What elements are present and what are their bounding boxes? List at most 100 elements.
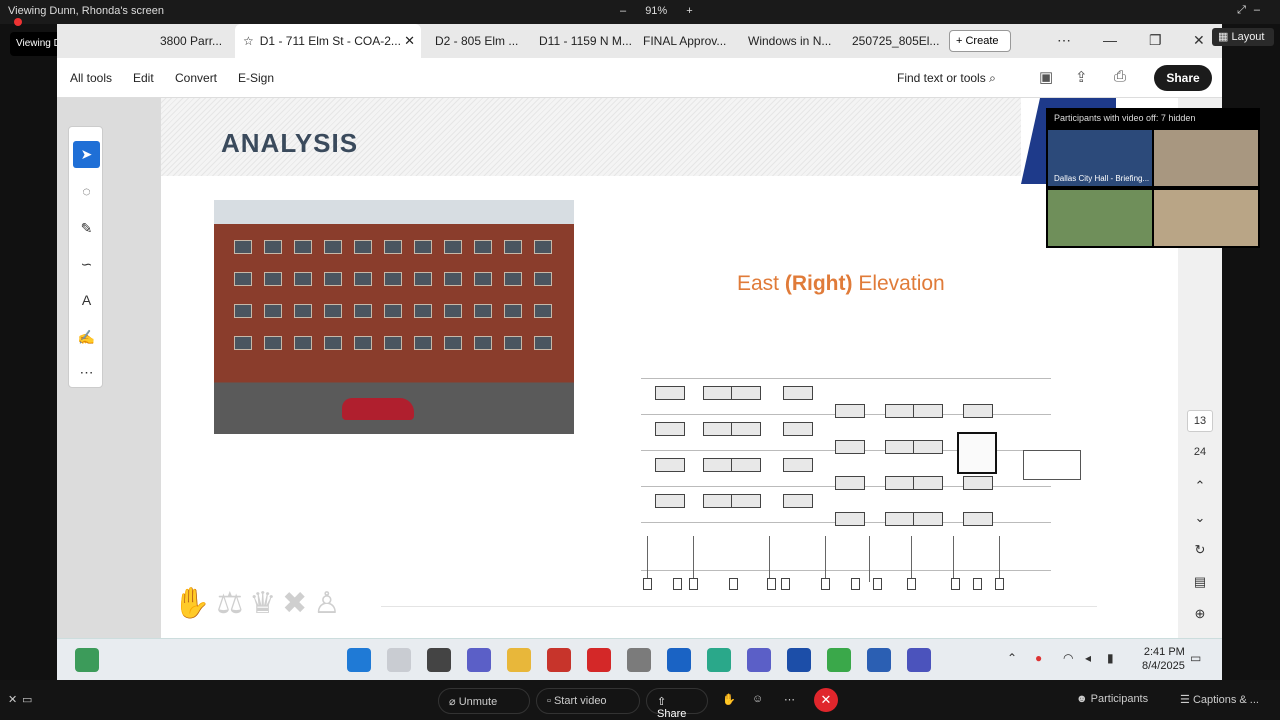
captions-label: Captions & ...	[1192, 694, 1259, 706]
hand-icon[interactable]: ✋	[722, 693, 736, 706]
tab-d2-805-elm[interactable]: D2 - 805 Elm ...	[427, 24, 527, 58]
layout-button[interactable]: ▦ Layout	[1212, 28, 1274, 46]
unmute-button[interactable]: ⌀ Unmute	[438, 688, 530, 714]
captions-icon: ☰	[1180, 694, 1190, 706]
acrobat-icon[interactable]	[587, 648, 611, 672]
clock-date: 8/4/2025	[1142, 660, 1185, 672]
menu-esign[interactable]: E-Sign	[238, 71, 274, 85]
tab-3800-parr[interactable]: 3800 Parr...	[152, 24, 232, 58]
restore-window-icon[interactable]: ❐	[1149, 32, 1162, 49]
wifi-icon[interactable]: ◠	[1063, 651, 1073, 665]
search-icon: ⌕	[989, 71, 996, 85]
access-icon[interactable]	[547, 648, 571, 672]
chat-icon[interactable]	[467, 648, 491, 672]
create-button[interactable]: + Create	[949, 30, 1011, 52]
extract-page-icon[interactable]: ▤	[1187, 574, 1213, 590]
close-window-icon[interactable]: ✕	[1193, 32, 1205, 49]
tab-label: 3800 Parr...	[160, 34, 223, 48]
end-call-button[interactable]: ✕	[814, 688, 838, 712]
participants-icon: ☻	[1076, 693, 1088, 705]
close-icon[interactable]: ✕	[8, 693, 17, 706]
tab-windows[interactable]: Windows in N...	[740, 24, 840, 58]
notification-icon[interactable]: ▭	[1190, 651, 1201, 665]
video-tile-participant[interactable]	[1154, 190, 1258, 246]
zoom-window: Viewing Dunn, Rhonda's screen – 91% + ⤢–…	[0, 0, 1280, 720]
share-icon: ⇧	[657, 696, 667, 708]
page-down-icon[interactable]: ⌄	[1187, 510, 1213, 526]
more-tools-icon[interactable]: ⋯	[73, 359, 100, 386]
zoom-in-button[interactable]: +	[686, 5, 692, 17]
app-icon[interactable]	[75, 648, 99, 672]
video-tile-dallas-city-hall[interactable]: Dallas City Hall - Briefing...	[1048, 130, 1152, 186]
print-icon[interactable]: ⎙	[1114, 68, 1126, 85]
minimize-icon[interactable]: –	[1254, 4, 1268, 16]
menu-edit[interactable]: Edit	[133, 71, 154, 85]
video-tile-participant[interactable]	[1154, 130, 1258, 186]
footer-icons: ✋⚖♛✖♙	[173, 586, 346, 621]
text-tool-icon[interactable]: A	[73, 287, 100, 314]
cross-icon: ✖	[282, 587, 314, 620]
tray-alert-icon[interactable]: ●	[1035, 651, 1042, 665]
word-icon[interactable]	[867, 648, 891, 672]
expand-icon[interactable]: ⤢	[1237, 4, 1254, 16]
tray-chevron-icon[interactable]: ⌃	[1007, 651, 1017, 665]
tab-250725[interactable]: 250725_805El...	[844, 24, 944, 58]
captions-button[interactable]: ☰ Captions & ...	[1180, 693, 1259, 706]
video-tile-participant[interactable]	[1048, 190, 1152, 246]
minimize-window-icon[interactable]: —	[1103, 32, 1117, 48]
page-up-icon[interactable]: ⌃	[1187, 478, 1213, 494]
tab-final-approv[interactable]: FINAL Approv...	[635, 24, 737, 58]
elevation-title: East (Right) Elevation	[737, 272, 945, 296]
handshake-icon: ✋	[173, 587, 217, 620]
outlook-icon[interactable]	[667, 648, 691, 672]
chrome-icon[interactable]	[827, 648, 851, 672]
windows-taskbar: ⌃ ● ◠ ◂ ▮ 2:41 PM 8/4/2025 ▭	[57, 638, 1222, 680]
current-page-field[interactable]: 13	[1187, 410, 1213, 432]
start-video-button[interactable]: ▫ Start video	[536, 688, 640, 714]
search-icon[interactable]	[387, 648, 411, 672]
volume-icon[interactable]: ◂	[1085, 651, 1091, 665]
lasso-tool-icon[interactable]: ∽	[73, 251, 100, 278]
app-icon[interactable]	[627, 648, 651, 672]
task-view-icon[interactable]	[427, 648, 451, 672]
app-icon[interactable]	[787, 648, 811, 672]
zoom-in-icon[interactable]: ⊕	[1187, 606, 1213, 622]
edge-icon[interactable]	[707, 648, 731, 672]
participants-label: Participants	[1090, 693, 1149, 705]
pen-tool-icon[interactable]: ✎	[73, 215, 100, 242]
sign-tool-icon[interactable]: ✍	[73, 324, 100, 351]
total-pages: 24	[1193, 446, 1207, 458]
unmute-label: Unmute	[458, 696, 498, 708]
upload-icon[interactable]: ⇪	[1075, 68, 1088, 86]
screen-icon[interactable]: ▭	[22, 693, 32, 706]
share-screen-label: Share	[657, 708, 687, 720]
battery-icon[interactable]: ▮	[1107, 651, 1114, 665]
tab-d11-1159[interactable]: D11 - 1159 N M...	[531, 24, 633, 58]
share-screen-button[interactable]: ⇧ Share	[646, 688, 708, 720]
file-explorer-icon[interactable]	[507, 648, 531, 672]
close-tab-icon[interactable]: ✕	[404, 33, 415, 49]
clock[interactable]: 2:41 PM 8/4/2025	[1142, 645, 1185, 673]
select-tool-icon[interactable]: ➤	[73, 141, 100, 168]
tab-d1-711-elm[interactable]: ☆ D1 - 711 Elm St - COA-2... ✕	[235, 24, 421, 58]
find-text-tools[interactable]: Find text or tools ⌕	[897, 71, 996, 86]
create-label: Create	[965, 35, 999, 47]
more-icon[interactable]: ⋯	[1057, 32, 1071, 49]
rotate-icon[interactable]: ↻	[1187, 542, 1213, 558]
zoom-out-button[interactable]: –	[620, 5, 626, 17]
save-icon[interactable]: ▣	[1039, 68, 1053, 86]
share-button[interactable]: Share	[1154, 65, 1212, 91]
trophy-icon: ♛	[249, 587, 283, 620]
teams-icon[interactable]	[907, 648, 931, 672]
reactions-icon[interactable]: ☺	[752, 693, 763, 705]
menu-all-tools[interactable]: All tools	[70, 71, 112, 85]
more-options-icon[interactable]: ⋯	[784, 693, 795, 706]
star-icon[interactable]: ☆	[243, 34, 254, 48]
menu-convert[interactable]: Convert	[175, 71, 217, 85]
video-off-icon: ▫	[547, 695, 551, 707]
start-icon[interactable]	[347, 648, 371, 672]
teams-icon[interactable]	[747, 648, 771, 672]
participants-button[interactable]: ☻ Participants	[1076, 693, 1148, 705]
pdf-page: ANALYSIS East (Right) Elevation ✋⚖♛✖♙	[161, 98, 1178, 638]
comment-tool-icon[interactable]: ◌	[73, 178, 100, 205]
